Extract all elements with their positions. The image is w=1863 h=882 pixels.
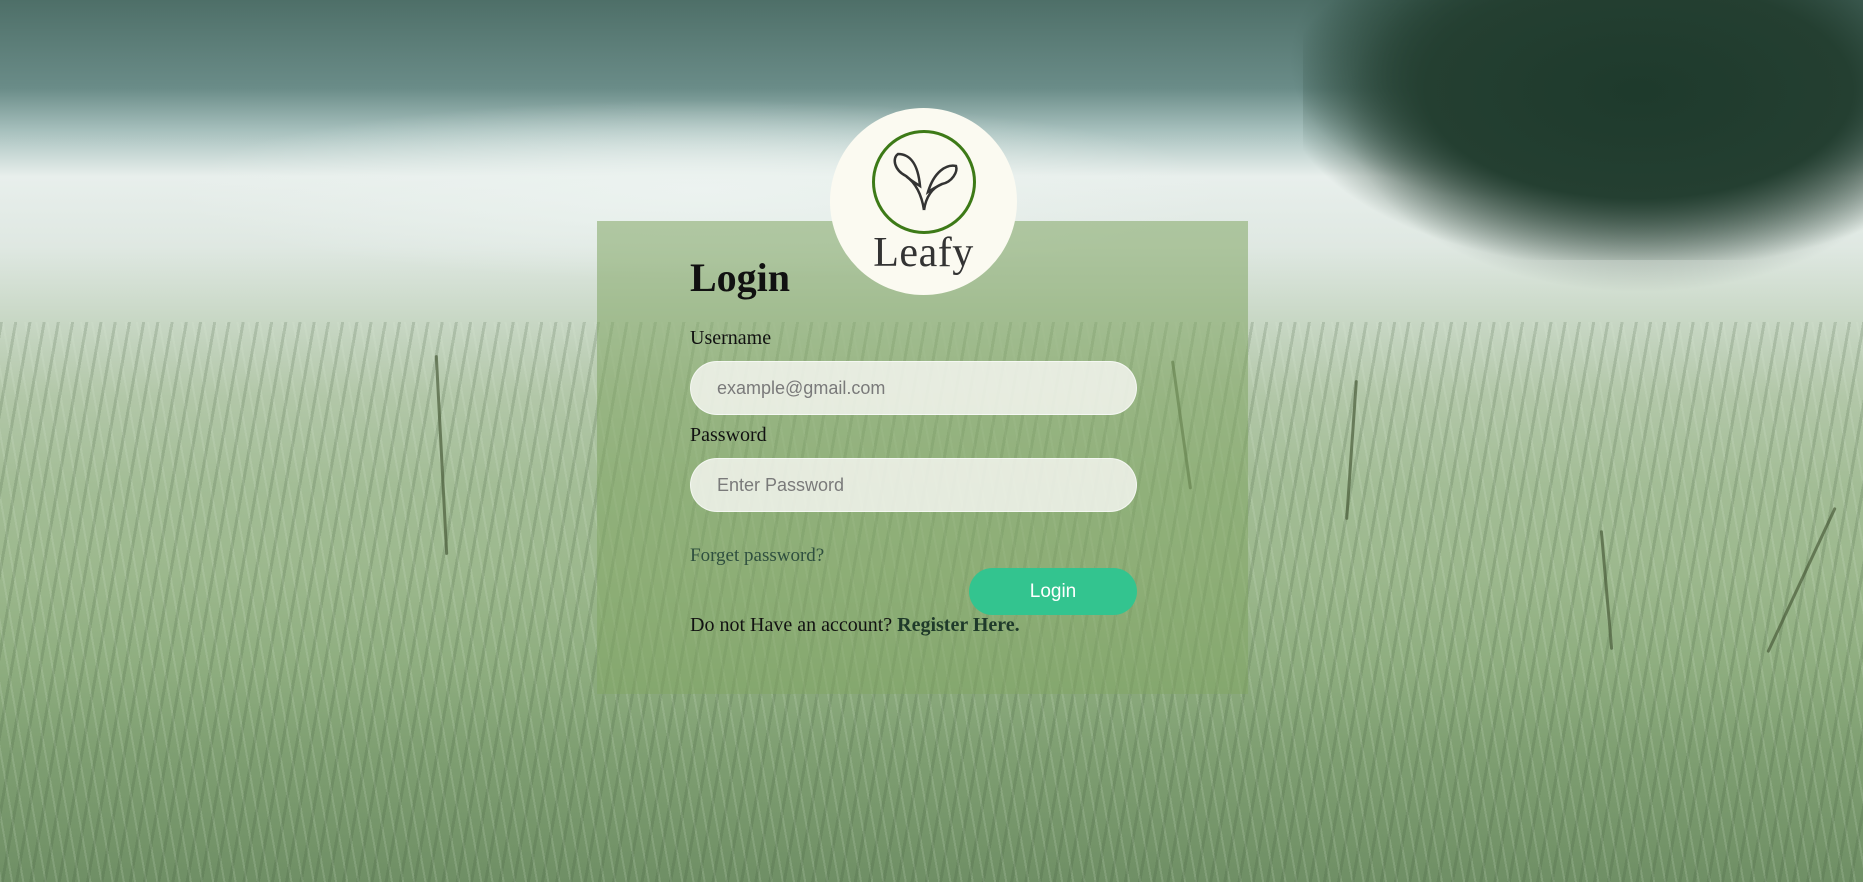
username-label: Username	[690, 327, 772, 349]
no-account-text: Do not Have an account?	[690, 614, 898, 636]
username-input[interactable]	[690, 361, 1137, 415]
register-prompt: Do not Have an account? Register Here.	[690, 614, 1020, 637]
brand-logo: Leafy	[830, 108, 1017, 295]
login-button[interactable]: Login	[969, 568, 1137, 615]
register-link[interactable]: Register Here.	[897, 614, 1020, 636]
leaf-sprout-icon	[871, 130, 976, 234]
password-label: Password	[690, 424, 767, 446]
brand-name: Leafy	[873, 230, 974, 276]
background-tree	[1303, 0, 1863, 260]
login-title: Login	[690, 255, 791, 300]
forgot-password-link[interactable]: Forget password?	[690, 545, 824, 567]
password-input[interactable]	[690, 458, 1137, 512]
